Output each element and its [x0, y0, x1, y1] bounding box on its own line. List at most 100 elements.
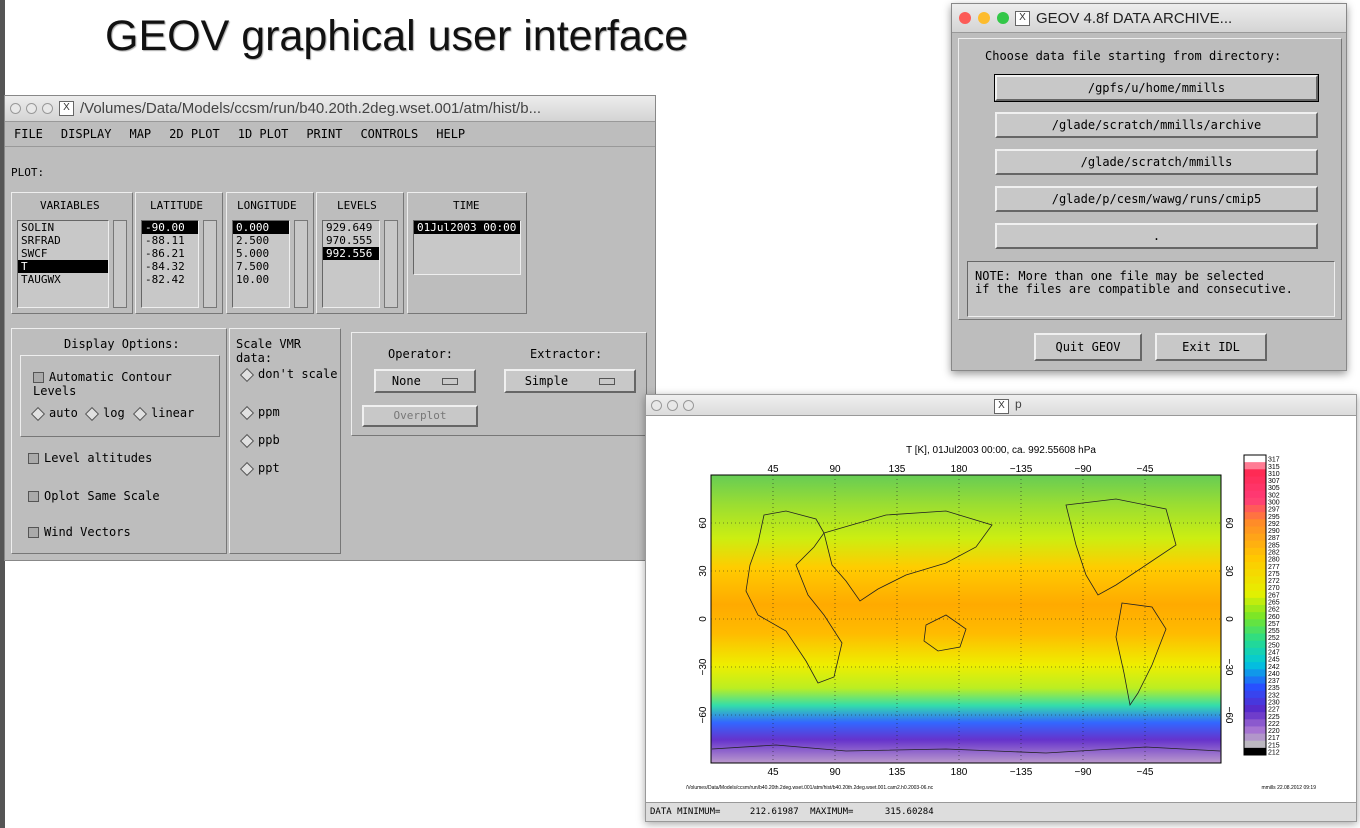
list-item-selected[interactable]: -90.00: [142, 221, 198, 234]
minimize-icon[interactable]: [978, 12, 990, 24]
oplot-same-scale-checkbox[interactable]: Oplot Same Scale: [28, 489, 160, 503]
plot-title-bar[interactable]: Xp: [646, 395, 1356, 416]
maximize-icon[interactable]: [997, 12, 1009, 24]
colorbar-swatch: [1244, 683, 1266, 692]
list-item[interactable]: -82.42: [142, 273, 198, 286]
list-item-selected[interactable]: 992.556: [323, 247, 379, 260]
menu-1d-plot[interactable]: 1D PLOT: [238, 127, 289, 141]
list-item[interactable]: 2.500: [233, 234, 289, 247]
list-item[interactable]: TAUGWX: [18, 273, 108, 286]
list-item[interactable]: -84.32: [142, 260, 198, 273]
archive-title-bar[interactable]: X GEOV 4.8f DATA ARCHIVE...: [952, 4, 1346, 33]
dir-button-scratch-archive[interactable]: /glade/scratch/mmills/archive: [995, 112, 1318, 138]
overplot-button[interactable]: Overplot: [362, 405, 478, 427]
colorbar-swatch: [1244, 469, 1266, 477]
main-title-bar[interactable]: X /Volumes/Data/Models/ccsm/run/b40.20th…: [5, 96, 655, 122]
menu-display[interactable]: DISPLAY: [61, 127, 112, 141]
checkbox-icon: [28, 453, 39, 464]
radio-ppt[interactable]: ppt: [239, 461, 280, 476]
menu-map[interactable]: MAP: [129, 127, 151, 141]
radio-ppb[interactable]: ppb: [239, 433, 280, 448]
radio-dont-scale[interactable]: don't scale: [239, 367, 337, 382]
colorbar-label: 280: [1268, 557, 1280, 564]
colorbar-label: 212: [1268, 750, 1280, 757]
radio-icon: [84, 406, 100, 421]
wind-vectors-checkbox[interactable]: Wind Vectors: [28, 525, 131, 539]
menu-2d-plot[interactable]: 2D PLOT: [169, 127, 220, 141]
colorbar-swatch: [1244, 690, 1266, 699]
extractor-dropdown[interactable]: Simple: [504, 369, 636, 393]
longitude-scrollbar[interactable]: [294, 220, 308, 308]
auto-contour-checkbox[interactable]: Automatic Contour Levels: [33, 370, 219, 398]
colorbar-label: 262: [1268, 607, 1280, 614]
list-item-selected[interactable]: 0.000: [233, 221, 289, 234]
colorbar-swatch: [1244, 562, 1266, 570]
tick-label: −45: [1137, 464, 1154, 475]
menu-bar: FILE DISPLAY MAP 2D PLOT 1D PLOT PRINT C…: [5, 122, 655, 147]
radio-ppm[interactable]: ppm: [239, 405, 280, 420]
x11-icon: X: [1015, 10, 1030, 26]
radio-auto[interactable]: auto: [30, 406, 78, 421]
radio-linear[interactable]: linear: [132, 406, 195, 421]
maximize-icon[interactable]: [683, 399, 694, 411]
colorbar-swatch: [1244, 612, 1266, 620]
latitude-list[interactable]: -90.00 -88.11 -86.21 -84.32 -82.42: [141, 220, 199, 308]
list-item-selected[interactable]: T: [18, 260, 108, 273]
menu-print[interactable]: PRINT: [306, 127, 342, 141]
list-item-selected[interactable]: 01Jul2003 00:00: [414, 221, 520, 234]
longitude-list[interactable]: 0.000 2.500 5.000 7.500 10.00: [232, 220, 290, 308]
colorbar-label: 277: [1268, 564, 1280, 571]
list-item[interactable]: SOLIN: [18, 221, 108, 234]
time-list[interactable]: 01Jul2003 00:00: [413, 220, 521, 275]
list-item[interactable]: -86.21: [142, 247, 198, 260]
levels-scrollbar[interactable]: [384, 220, 398, 308]
archive-window-title: GEOV 4.8f DATA ARCHIVE...: [1036, 9, 1233, 27]
close-icon[interactable]: [651, 399, 662, 411]
colorbar-swatch: [1244, 640, 1266, 649]
dropdown-indicator-icon: [599, 378, 616, 385]
checkbox-icon: [33, 372, 44, 383]
operator-extractor-panel: Operator: Extractor: None Simple Overplo…: [351, 332, 647, 436]
maximize-icon[interactable]: [42, 103, 53, 114]
latitude-scrollbar[interactable]: [203, 220, 217, 308]
colorbar-swatch: [1244, 669, 1266, 677]
level-altitudes-checkbox[interactable]: Level altitudes: [28, 451, 152, 465]
close-icon[interactable]: [959, 12, 971, 24]
variables-scrollbar[interactable]: [113, 220, 127, 308]
list-item[interactable]: 5.000: [233, 247, 289, 260]
quit-geov-button[interactable]: Quit GEOV: [1034, 333, 1142, 361]
radio-icon: [30, 406, 46, 421]
dir-button-cmip5[interactable]: /glade/p/cesm/wawg/runs/cmip5: [995, 186, 1318, 212]
list-item[interactable]: 7.500: [233, 260, 289, 273]
menu-file[interactable]: FILE: [14, 127, 43, 141]
dir-button-scratch[interactable]: /glade/scratch/mmills: [995, 149, 1318, 175]
levels-list[interactable]: 929.649 970.555 992.556: [322, 220, 380, 308]
operator-dropdown[interactable]: None: [374, 369, 476, 393]
minimize-icon[interactable]: [26, 103, 37, 114]
list-item[interactable]: 929.649: [323, 221, 379, 234]
dir-button-current[interactable]: .: [995, 223, 1318, 249]
list-item[interactable]: 970.555: [323, 234, 379, 247]
dir-button-gpfs-home[interactable]: /gpfs/u/home/mmills: [994, 74, 1319, 102]
menu-help[interactable]: HELP: [436, 127, 465, 141]
list-item[interactable]: SRFRAD: [18, 234, 108, 247]
list-item[interactable]: 10.00: [233, 273, 289, 286]
tick-label: −135: [1010, 464, 1033, 475]
radio-log[interactable]: log: [84, 406, 125, 421]
exit-idl-button[interactable]: Exit IDL: [1155, 333, 1267, 361]
menu-controls[interactable]: CONTROLS: [360, 127, 418, 141]
x11-icon: X: [994, 398, 1009, 414]
colorbar-swatch: [1244, 505, 1266, 513]
colorbar-swatch: [1244, 455, 1266, 463]
colorbar-label: 300: [1268, 500, 1280, 507]
status-max-value: 315.60284: [884, 807, 934, 817]
tick-label: 45: [767, 767, 779, 778]
close-icon[interactable]: [10, 103, 21, 114]
colorbar-label: 260: [1268, 614, 1280, 621]
radio-ppt-label: ppt: [258, 461, 280, 475]
variables-list[interactable]: SOLIN SRFRAD SWCF T TAUGWX: [17, 220, 109, 308]
list-item[interactable]: SWCF: [18, 247, 108, 260]
list-item[interactable]: -88.11: [142, 234, 198, 247]
minimize-icon[interactable]: [667, 399, 678, 411]
radio-linear-label: linear: [151, 406, 195, 420]
